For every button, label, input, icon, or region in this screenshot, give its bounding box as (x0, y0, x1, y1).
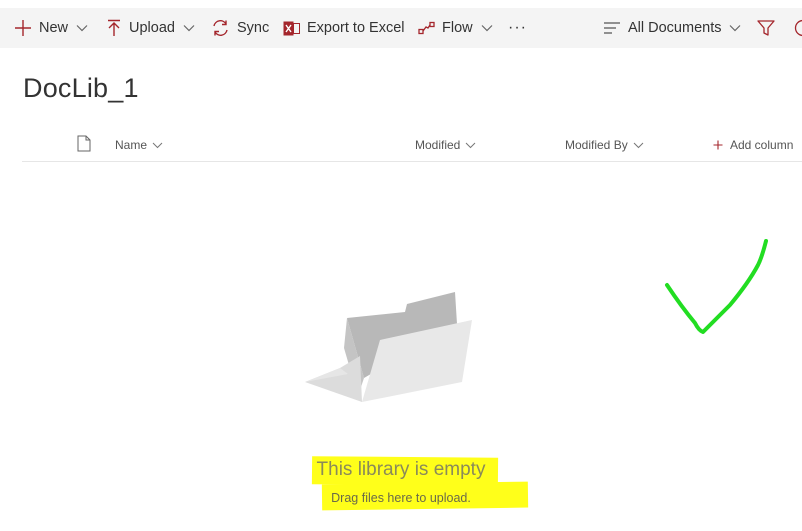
new-label: New (39, 20, 69, 36)
view-lines-icon (603, 21, 621, 35)
empty-state-subtitle: Drag files here to upload. (331, 491, 471, 505)
add-column-label: Add column (730, 138, 794, 152)
chevron-down-icon (729, 24, 741, 32)
sync-icon (211, 19, 230, 37)
name-column-label: Name (115, 138, 148, 152)
chevron-down-icon (183, 24, 195, 32)
more-label: ··· (508, 19, 527, 36)
new-button[interactable]: New (14, 8, 88, 48)
more-options-button[interactable]: ··· (508, 8, 527, 48)
column-header-row: Name Modified Modified By Add column (22, 128, 802, 162)
add-column-button[interactable]: Add column (713, 128, 793, 162)
empty-state-title: This library is empty (316, 459, 486, 480)
excel-icon (283, 20, 300, 37)
checkmark-annotation (665, 239, 768, 334)
upload-label: Upload (129, 20, 175, 36)
export-to-excel-button[interactable]: Export to Excel (283, 8, 405, 48)
info-pane-button[interactable] (794, 8, 802, 48)
command-bar: New Upload Sync Export to Excel Flow ···… (0, 8, 802, 48)
export-label: Export to Excel (307, 20, 405, 36)
document-icon (77, 135, 91, 155)
flow-button[interactable]: Flow (418, 8, 493, 48)
modified-by-column-label: Modified By (565, 138, 628, 152)
document-library-page: New Upload Sync Export to Excel Flow ···… (0, 0, 802, 531)
chevron-down-icon (633, 142, 644, 149)
upload-button[interactable]: Upload (106, 8, 195, 48)
chevron-down-icon (481, 24, 493, 32)
upload-icon (106, 19, 122, 37)
modified-column-label: Modified (415, 138, 461, 152)
flow-icon (418, 21, 435, 35)
modified-by-column-header[interactable]: Modified By (565, 128, 644, 162)
view-selector[interactable]: All Documents (603, 8, 741, 48)
plus-icon (713, 140, 723, 150)
filter-icon (757, 19, 775, 37)
modified-column-header[interactable]: Modified (415, 128, 476, 162)
filter-button[interactable] (757, 8, 782, 48)
file-type-column-header[interactable] (77, 128, 91, 162)
info-icon (794, 19, 802, 37)
plus-icon (14, 19, 32, 37)
folder-illustration (305, 292, 472, 402)
chevron-down-icon (152, 142, 163, 149)
sync-label: Sync (237, 20, 270, 36)
page-title: DocLib_1 (23, 73, 139, 103)
chevron-down-icon (76, 24, 88, 32)
sync-button[interactable]: Sync (211, 8, 269, 48)
flow-label: Flow (442, 20, 473, 36)
chevron-down-icon (465, 142, 476, 149)
view-label: All Documents (628, 20, 722, 36)
name-column-header[interactable]: Name (115, 128, 163, 162)
